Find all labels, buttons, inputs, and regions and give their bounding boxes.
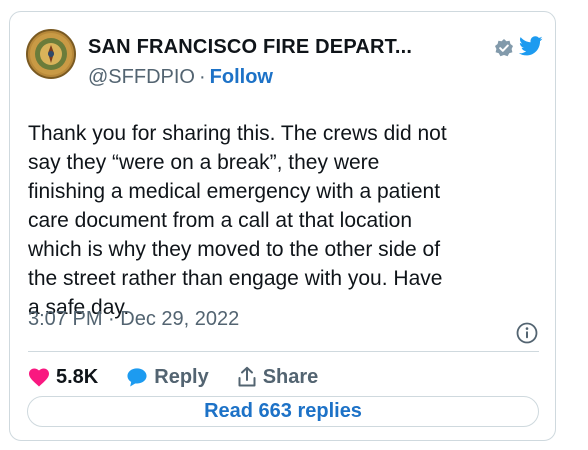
separator-dot: · <box>198 66 206 88</box>
divider <box>28 351 539 352</box>
like-count: 5.8K <box>56 365 99 388</box>
author-handle[interactable]: @SFFDPIO <box>88 66 195 88</box>
read-replies-button[interactable]: Read 663 replies <box>27 396 539 427</box>
like-button[interactable]: 5.8K <box>28 366 98 389</box>
tweet-timestamp[interactable]: 3:07 PM · Dec 29, 2022 <box>28 308 239 331</box>
action-bar: 5.8K Reply Share <box>28 362 346 392</box>
fire-department-seal-icon <box>30 33 72 75</box>
follow-button[interactable]: Follow <box>210 66 273 88</box>
share-label: Share <box>262 365 319 388</box>
heart-icon <box>29 368 49 387</box>
tweet-text: Thank you for sharing this. The crews di… <box>28 122 447 319</box>
avatar[interactable] <box>26 29 76 79</box>
reply-button[interactable]: Reply <box>126 365 209 389</box>
author-display-name[interactable]: SAN FRANCISCO FIRE DEPART... <box>88 36 412 59</box>
twitter-bird-icon[interactable] <box>518 34 544 58</box>
share-icon <box>238 366 256 387</box>
reply-bubble-icon <box>127 368 147 387</box>
info-icon[interactable] <box>516 322 538 344</box>
reply-label: Reply <box>154 365 209 388</box>
verified-badge-icon <box>495 39 513 57</box>
tweet-card: SAN FRANCISCO FIRE DEPART... @SFFDPIO · Fo… <box>9 11 556 441</box>
author-handle-row: @SFFDPIO · Follow <box>88 66 273 89</box>
share-button[interactable]: Share <box>237 365 319 389</box>
